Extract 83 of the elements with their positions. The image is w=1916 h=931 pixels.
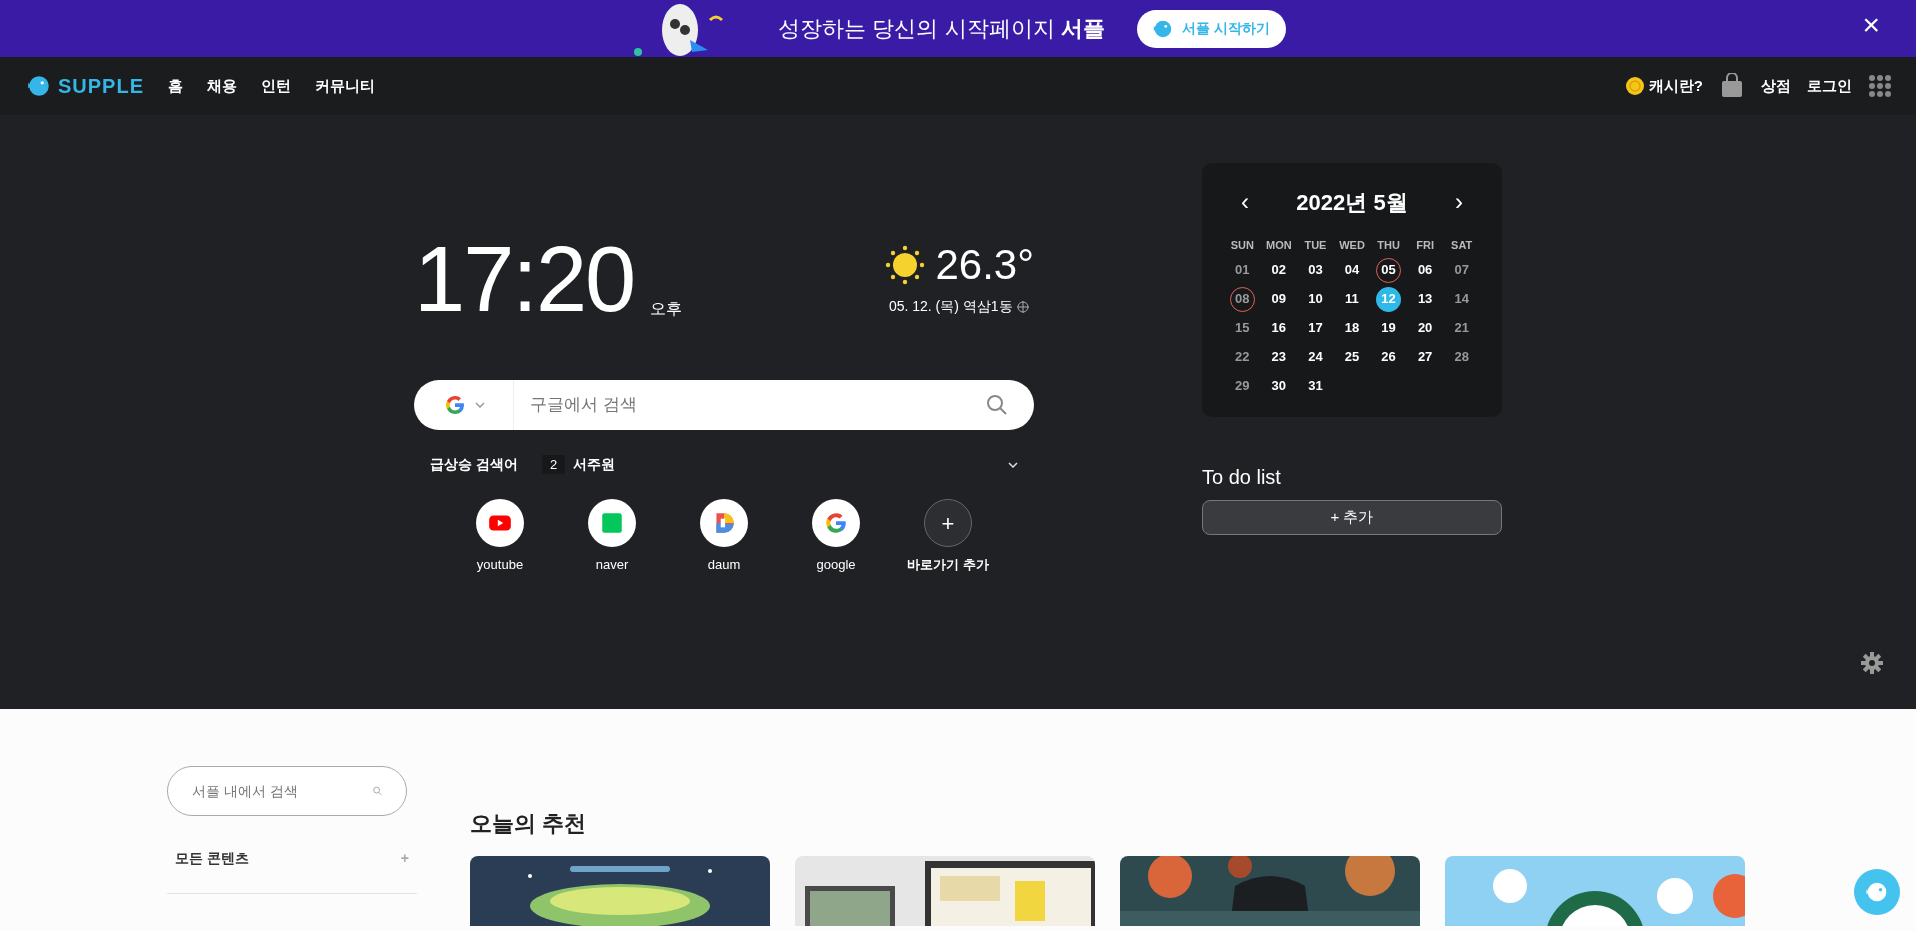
shortcut-link[interactable] <box>476 499 524 547</box>
sidebar-item[interactable]: 모든 콘텐츠 + <box>167 848 417 894</box>
calendar-day[interactable]: 13 <box>1412 286 1438 312</box>
caret-icon[interactable] <box>474 402 485 408</box>
weekday-label: TUE <box>1303 238 1328 253</box>
clock-period: 오후 <box>650 299 683 319</box>
cash-link[interactable]: 캐시란? <box>1624 74 1703 98</box>
calendar-day[interactable]: 04 <box>1339 257 1365 283</box>
store-link[interactable]: 상점 <box>1761 74 1791 98</box>
temperature: 26.3° <box>935 240 1034 290</box>
close-button[interactable]: × <box>1856 9 1886 41</box>
calendar-day[interactable]: 01 <box>1229 257 1255 283</box>
weekday-label: FRI <box>1415 238 1435 253</box>
plus-icon: + <box>400 848 409 869</box>
nav-link[interactable]: 커뮤니티 <box>315 74 376 98</box>
calendar-day[interactable]: 18 <box>1339 315 1365 341</box>
calendar-day[interactable]: 09 <box>1266 286 1292 312</box>
shortcut-link[interactable] <box>700 499 748 547</box>
calendar-day[interactable]: 06 <box>1412 257 1438 283</box>
apps-grid-icon[interactable] <box>1868 74 1892 98</box>
calendar-day[interactable]: 23 <box>1266 344 1292 370</box>
logo[interactable]: SUPPLE <box>24 71 145 101</box>
search-icon[interactable] <box>986 394 1008 416</box>
calendar-day[interactable]: 10 <box>1302 286 1328 312</box>
calendar-day[interactable]: 25 <box>1339 344 1365 370</box>
section-title: 오늘의 추천 <box>470 810 588 838</box>
add-shortcut-button[interactable]: + <box>924 499 972 547</box>
calendar-day[interactable]: 30 <box>1266 373 1292 399</box>
calendar-day[interactable]: 02 <box>1266 257 1292 283</box>
trending-label: 급상승 검색어 <box>430 455 518 474</box>
coin-icon <box>1624 76 1645 96</box>
shortcut-label[interactable]: daum <box>707 555 741 575</box>
calendar-day[interactable]: 21 <box>1449 315 1475 341</box>
square-icon <box>599 510 625 536</box>
shortcut-label[interactable]: 바로가기 추가 <box>907 555 989 575</box>
calendar-day[interactable]: 29 <box>1229 373 1255 399</box>
calendar-day[interactable]: 03 <box>1302 257 1328 283</box>
calendar-day[interactable]: 16 <box>1266 315 1292 341</box>
add-todo-button[interactable]: + 추가 <box>1202 499 1502 535</box>
calendar-day[interactable]: 07 <box>1449 257 1475 283</box>
search-field[interactable]: 서플 내에서 검색 <box>167 766 407 816</box>
shortcut-label[interactable]: naver <box>595 555 629 575</box>
calendar-day[interactable]: 17 <box>1302 315 1328 341</box>
nav-link[interactable]: 채용 <box>207 74 238 98</box>
weekday-label: MON <box>1265 238 1293 253</box>
login-link[interactable]: 로그인 <box>1807 74 1852 98</box>
shortcut-link[interactable] <box>812 499 860 547</box>
search-field[interactable]: 구글에서 검색 <box>414 380 1034 430</box>
calendar-day[interactable]: 31 <box>1302 373 1328 399</box>
chevron-down-icon[interactable] <box>1008 461 1018 468</box>
settings-icon[interactable] <box>1860 651 1884 675</box>
search-input[interactable]: 서플 내에서 검색 <box>192 780 373 802</box>
weekday-label: WED <box>1338 238 1366 253</box>
next-month-button[interactable]: › <box>1454 183 1464 221</box>
shortcut-link[interactable] <box>588 499 636 547</box>
calendar-day[interactable]: 24 <box>1302 344 1328 370</box>
previous-month-button[interactable]: ‹ <box>1240 183 1250 221</box>
calendar-title: 2022년 5월 <box>1296 188 1408 217</box>
shortcut-label[interactable]: youtube <box>476 555 524 575</box>
calendar-day[interactable]: 11 <box>1339 286 1365 312</box>
banner-text: 성장하는 당신의 시작페이지 서플 <box>778 15 1105 43</box>
location-icon[interactable] <box>1016 300 1029 313</box>
calendar-day[interactable]: 28 <box>1449 344 1475 370</box>
search-input[interactable]: 구글에서 검색 <box>514 392 986 418</box>
todo-title: To do list <box>1202 464 1282 490</box>
rank-number: 2 <box>541 454 566 475</box>
calendar-day[interactable]: 20 <box>1412 315 1438 341</box>
weather-detail: 05. 12. (목) 역삼1동 <box>888 297 1013 316</box>
weekday-label: SUN <box>1229 238 1255 253</box>
calendar-day[interactable]: 15 <box>1229 315 1255 341</box>
nav-link[interactable]: 홈 <box>168 74 184 98</box>
calendar-day[interactable]: 22 <box>1229 344 1255 370</box>
clock-time: 17:20 <box>414 233 635 325</box>
weekday-label: THU <box>1376 238 1401 253</box>
nav-link[interactable]: 인턴 <box>261 74 292 98</box>
calendar-day[interactable]: 26 <box>1376 344 1402 370</box>
calendar-day[interactable]: 19 <box>1376 315 1402 341</box>
calendar-day[interactable]: 27 <box>1412 344 1438 370</box>
google-icon <box>823 510 849 536</box>
weekday-label: SAT <box>1450 238 1474 253</box>
calendar-day[interactable]: 14 <box>1449 286 1475 312</box>
trending-term[interactable]: 서주원 <box>573 454 616 475</box>
shortcut-label[interactable]: google <box>816 555 856 575</box>
